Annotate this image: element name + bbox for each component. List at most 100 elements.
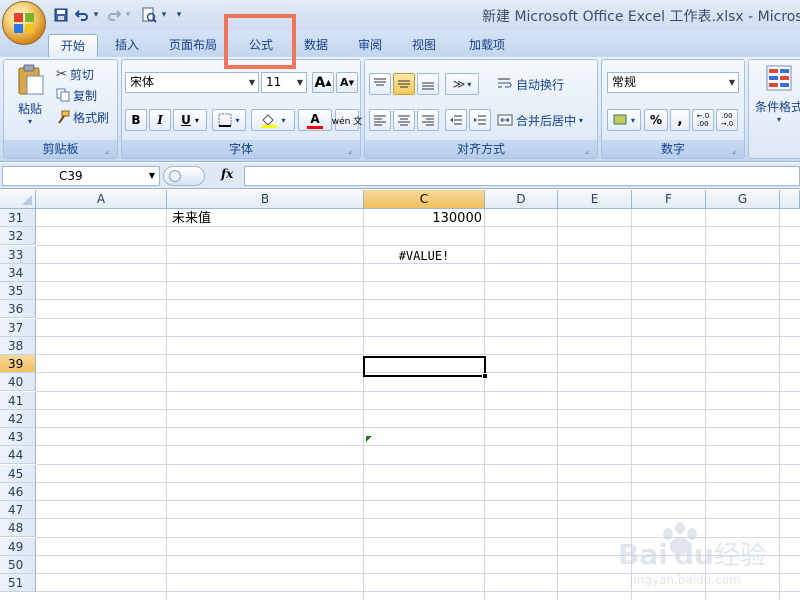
align-right-button[interactable] xyxy=(417,109,439,131)
fill-color-button[interactable]: ▾ xyxy=(251,109,295,131)
column-header-c[interactable]: C xyxy=(364,190,485,209)
save-icon[interactable] xyxy=(52,6,70,24)
column-header-g[interactable]: G xyxy=(706,190,780,209)
column-header-a[interactable]: A xyxy=(36,190,167,209)
tab-review[interactable]: 审阅 xyxy=(348,34,392,57)
row-header-38[interactable]: 38 xyxy=(0,336,36,355)
number-launcher-icon[interactable]: ⌟ xyxy=(732,146,741,155)
row-header-48[interactable]: 48 xyxy=(0,519,36,538)
tab-formulas[interactable]: 公式 xyxy=(238,34,284,57)
redo-icon[interactable] xyxy=(106,6,122,24)
tab-insert[interactable]: 插入 xyxy=(104,34,150,57)
column-header-d[interactable]: D xyxy=(485,190,558,209)
bold-button[interactable]: B xyxy=(125,109,147,131)
align-bottom-button[interactable] xyxy=(417,73,439,95)
insert-function-button[interactable]: fx xyxy=(221,167,241,185)
tab-addins[interactable]: 加载项 xyxy=(458,34,516,57)
name-box-dropdown-icon[interactable]: ▼ xyxy=(149,167,155,185)
alignment-launcher-icon[interactable]: ⌟ xyxy=(585,146,594,155)
print-preview-icon[interactable] xyxy=(140,6,158,24)
font-name-combo[interactable]: 宋体 ▼ xyxy=(125,72,259,93)
font-launcher-icon[interactable]: ⌟ xyxy=(348,146,357,155)
orientation-button[interactable]: ≫ ▾ xyxy=(445,73,479,95)
row-header-40[interactable]: 40 xyxy=(0,373,36,392)
align-center-button[interactable] xyxy=(393,109,415,131)
office-button[interactable] xyxy=(2,1,46,45)
phonetic-button[interactable]: wén 文 xyxy=(332,109,362,131)
row-header-46[interactable]: 46 xyxy=(0,482,36,501)
font-size-dropdown-icon[interactable]: ▼ xyxy=(297,73,303,92)
font-color-button[interactable]: A xyxy=(298,109,332,131)
column-header-f[interactable]: F xyxy=(632,190,706,209)
column-header-e[interactable]: E xyxy=(558,190,632,209)
paste-button[interactable]: 粘贴 ▾ xyxy=(10,64,50,136)
format-painter-button[interactable]: 格式刷 xyxy=(56,108,109,126)
accounting-dropdown-icon[interactable]: ▾ xyxy=(631,116,635,125)
wrap-text-button[interactable]: 自动换行 xyxy=(497,74,564,94)
row-header-51[interactable]: 51 xyxy=(0,574,36,592)
merge-center-dropdown-icon[interactable]: ▾ xyxy=(579,116,583,125)
row-header-34[interactable]: 34 xyxy=(0,263,36,282)
print-preview-dropdown-icon[interactable]: ▾ xyxy=(159,6,169,24)
tab-home[interactable]: 开始 xyxy=(48,34,98,57)
underline-button[interactable]: U ▾ xyxy=(173,109,207,131)
tab-data[interactable]: 数据 xyxy=(294,34,338,57)
fill-handle[interactable] xyxy=(482,373,488,379)
increase-indent-button[interactable] xyxy=(469,109,491,131)
tab-page-layout[interactable]: 页面布局 xyxy=(160,34,226,57)
comma-button[interactable]: , xyxy=(670,109,690,131)
align-left-button[interactable] xyxy=(369,109,391,131)
select-all-corner[interactable] xyxy=(0,190,36,209)
accounting-format-button[interactable]: ▾ xyxy=(607,109,641,131)
borders-button[interactable]: ▾ xyxy=(212,109,246,131)
number-format-combo[interactable]: 常规 ▼ xyxy=(607,72,739,93)
row-header-36[interactable]: 36 xyxy=(0,300,36,319)
percent-button[interactable]: % xyxy=(644,109,668,131)
redo-dropdown-icon[interactable]: ▾ xyxy=(123,6,133,24)
row-header-42[interactable]: 42 xyxy=(0,409,36,428)
merge-center-button[interactable]: 合并后居中 ▾ xyxy=(497,110,583,130)
font-name-dropdown-icon[interactable]: ▼ xyxy=(249,73,255,92)
borders-dropdown-icon[interactable]: ▾ xyxy=(235,116,239,125)
row-header-45[interactable]: 45 xyxy=(0,464,36,483)
number-format-dropdown-icon[interactable]: ▼ xyxy=(729,73,735,92)
orientation-dropdown-icon[interactable]: ▾ xyxy=(467,80,471,89)
align-top-button[interactable] xyxy=(369,73,391,95)
decrease-decimal-button[interactable]: .00 →.0 xyxy=(716,109,738,131)
formula-input[interactable] xyxy=(244,166,800,186)
row-header-35[interactable]: 35 xyxy=(0,282,36,300)
copy-button[interactable]: 复制 xyxy=(56,86,97,104)
name-box[interactable]: C39 ▼ xyxy=(2,166,160,186)
column-header-b[interactable]: B xyxy=(167,190,364,209)
shrink-font-button[interactable]: A ▼ xyxy=(336,72,358,93)
row-header-41[interactable]: 41 xyxy=(0,391,36,410)
undo-icon[interactable] xyxy=(74,6,90,24)
row-header-49[interactable]: 49 xyxy=(0,537,36,556)
row-header-33[interactable]: 33 xyxy=(0,245,36,264)
cut-button[interactable]: ✂ 剪切 xyxy=(56,65,94,83)
row-header-43[interactable]: 43 xyxy=(0,428,36,446)
align-middle-button[interactable] xyxy=(393,73,415,95)
font-size-combo[interactable]: 11 ▼ xyxy=(261,72,307,93)
italic-button[interactable]: I xyxy=(149,109,171,131)
conditional-format-button[interactable]: 条件格式 ▾ xyxy=(751,64,800,136)
row-header-32[interactable]: 32 xyxy=(0,227,36,246)
row-header-50[interactable]: 50 xyxy=(0,555,36,574)
decrease-indent-button[interactable] xyxy=(445,109,467,131)
formula-bar-expand-handle[interactable] xyxy=(163,166,205,186)
row-header-37[interactable]: 37 xyxy=(0,318,36,337)
row-header-44[interactable]: 44 xyxy=(0,446,36,465)
row-header-39[interactable]: 39 xyxy=(0,355,36,373)
clipboard-launcher-icon[interactable]: ⌟ xyxy=(105,146,114,155)
customize-qat-icon[interactable]: ▾ xyxy=(174,6,184,24)
tab-view[interactable]: 视图 xyxy=(402,34,446,57)
row-header-47[interactable]: 47 xyxy=(0,501,36,519)
undo-dropdown-icon[interactable]: ▾ xyxy=(91,6,101,24)
column-header-partial[interactable] xyxy=(780,190,800,209)
row-header-31[interactable]: 31 xyxy=(0,209,36,227)
underline-dropdown-icon[interactable]: ▾ xyxy=(195,116,199,125)
increase-decimal-button[interactable]: ←.0.00 xyxy=(692,109,714,131)
fill-color-dropdown-icon[interactable]: ▾ xyxy=(281,116,285,125)
active-cell-c39[interactable] xyxy=(363,356,486,377)
grow-font-button[interactable]: A ▲ xyxy=(312,72,334,93)
